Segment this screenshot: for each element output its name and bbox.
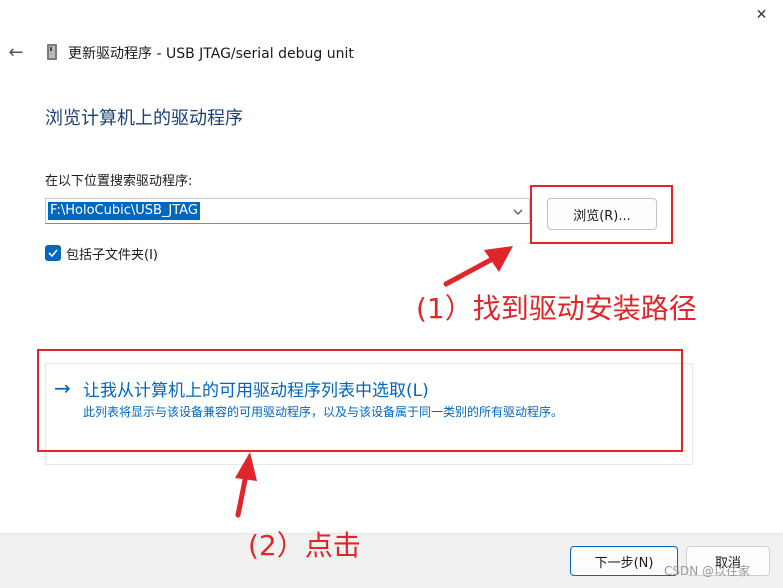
back-button[interactable]: ← [4, 40, 28, 64]
driver-path-value[interactable]: F:\HoloCubic\USB_JTAG [48, 202, 200, 220]
annotation-box-browse [530, 185, 673, 244]
annotation-step1-text: (1）找到驱动安装路径 [416, 292, 697, 325]
checkmark-icon [48, 249, 58, 258]
annotation-arrow-1 [443, 246, 513, 287]
include-subfolders-checkbox[interactable] [45, 245, 61, 261]
page-title: 浏览计算机上的驱动程序 [45, 108, 243, 129]
close-icon: ✕ [755, 7, 768, 23]
search-location-label: 在以下位置搜索驱动程序: [45, 174, 193, 189]
close-button[interactable]: ✕ [740, 0, 783, 30]
watermark-text: CSDN @以往家 [664, 564, 751, 578]
chevron-down-icon[interactable] [511, 204, 525, 218]
next-button[interactable]: 下一步(N) [570, 546, 678, 576]
back-arrow-icon: ← [8, 41, 24, 63]
annotation-box-pick-option [37, 349, 683, 452]
driver-path-combobox[interactable]: F:\HoloCubic\USB_JTAG [45, 198, 530, 224]
device-icon [46, 44, 58, 60]
annotation-step2-text: (2）点击 [248, 529, 361, 562]
window-title: 更新驱动程序 - USB JTAG/serial debug unit [68, 46, 354, 62]
include-subfolders-label[interactable]: 包括子文件夹(I) [66, 244, 158, 263]
